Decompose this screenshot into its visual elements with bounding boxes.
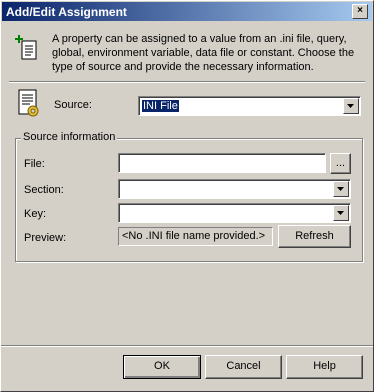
group-title: Source information <box>21 131 118 143</box>
window-title: Add/Edit Assignment <box>6 5 127 19</box>
separator-top <box>9 81 365 83</box>
chevron-down-icon[interactable] <box>333 181 349 197</box>
title-bar[interactable]: Add/Edit Assignment × <box>2 2 372 21</box>
source-label: Source: <box>54 99 92 111</box>
key-label: Key: <box>24 208 47 220</box>
separator-bottom <box>1 345 373 347</box>
source-select[interactable]: INI File <box>138 96 361 116</box>
file-input[interactable] <box>118 153 326 173</box>
refresh-button[interactable]: Refresh <box>278 225 351 248</box>
add-document-icon <box>15 35 37 60</box>
ini-file-icon <box>18 89 39 117</box>
section-label: Section: <box>24 184 64 196</box>
file-label: File: <box>24 158 45 170</box>
cancel-button[interactable]: Cancel <box>205 355 282 379</box>
preview-label: Preview: <box>24 232 67 244</box>
key-select[interactable] <box>118 203 351 223</box>
chevron-down-icon[interactable] <box>343 98 359 114</box>
close-button[interactable]: × <box>352 4 368 19</box>
section-select[interactable] <box>118 179 351 199</box>
source-select-value: INI File <box>142 100 179 112</box>
info-text: A property can be assigned to a value fr… <box>52 33 355 73</box>
chevron-down-icon[interactable] <box>333 205 349 221</box>
help-button[interactable]: Help <box>286 355 363 379</box>
ok-button[interactable]: OK <box>123 355 201 379</box>
preview-value: <No .INI file name provided.> <box>118 227 273 246</box>
browse-button[interactable]: ... <box>330 153 351 174</box>
dialog-window: Add/Edit Assignment × A property can be … <box>0 0 374 392</box>
